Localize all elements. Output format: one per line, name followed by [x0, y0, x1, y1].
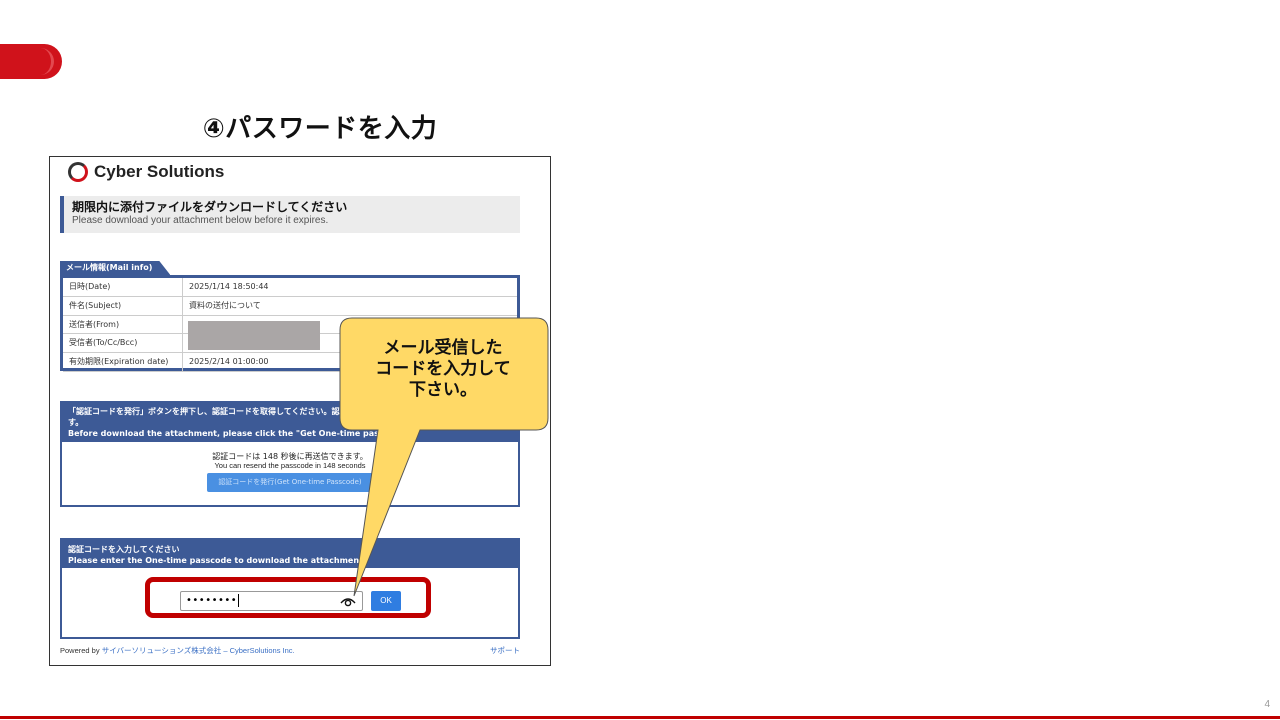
resend-text-jp: 認証コードは 148 秒後に再送信できます。 [212, 452, 368, 461]
support-link[interactable]: サポート [490, 645, 520, 656]
powered-by-label: Powered by [60, 646, 102, 655]
embedded-screenshot: Cyber Solutions 期限内に添付ファイルをダウンロードしてください … [49, 156, 551, 666]
callout-line: 下さい。 [409, 380, 477, 400]
header-line: Please enter the One-time passcode to do… [68, 556, 366, 565]
code-request-panel: 「認証コードを発行」ボタンを押下し、認証コードを取得してください。認 す。 Be… [60, 401, 520, 507]
download-notice: 期限内に添付ファイルをダウンロードしてください Please download … [60, 196, 520, 233]
get-passcode-button[interactable]: 認証コードを発行(Get One-time Passcode) [207, 473, 373, 492]
resend-text-en: You can resend the passcode in 148 secon… [214, 461, 366, 470]
logo-text: Cyber Solutions [94, 162, 225, 181]
row-key: 日時(Date) [63, 278, 183, 296]
callout-line: メール受信した [383, 338, 503, 358]
notice-title-en: Please download your attachment below be… [72, 215, 329, 226]
callout-line: コードを入力して [375, 359, 511, 379]
row-value: 2025/1/14 18:50:44 [189, 282, 269, 291]
decorative-red-tab [0, 44, 62, 79]
row-key: 受信者(To/Cc/Bcc) [63, 334, 183, 353]
slide-title: ④パスワードを入力 [202, 114, 438, 144]
callout-text: メール受信した コードを入力して 下さい。 [345, 338, 541, 401]
row-key: 送信者(From) [63, 315, 183, 334]
logo-ring-icon [68, 162, 88, 182]
table-row: 日時(Date) 2025/1/14 18:50:44 [63, 278, 517, 297]
header-line: 「認証コードを発行」ボタンを押下し、認証コードを取得してください。認 [68, 407, 340, 416]
header-line: Before download the attachment, please c… [68, 429, 384, 438]
row-value: 資料の送付について [189, 300, 261, 310]
header-line: 認証コードを入力してください [68, 545, 180, 554]
table-row: 件名(Subject) 資料の送付について [63, 296, 517, 316]
notice-title-jp: 期限内に添付ファイルをダウンロードしてください [72, 200, 348, 214]
redacted-block [188, 321, 320, 350]
mail-info-tab: メール情報(Mail info) [60, 261, 171, 275]
company-link[interactable]: サイバーソリューションズ株式会社 – CyberSolutions Inc. [102, 646, 295, 655]
row-key: 有効期限(Expiration date) [63, 353, 183, 371]
cyber-solutions-logo: Cyber Solutions [68, 162, 224, 182]
code-request-body: 認証コードは 148 秒後に再送信できます。 You can resend th… [62, 442, 518, 492]
highlight-frame [145, 577, 431, 618]
header-line: す。 [68, 418, 84, 427]
code-entry-header: 認証コードを入力してください Please enter the One-time… [62, 540, 518, 568]
footer: Powered by サイバーソリューションズ株式会社 – CyberSolut… [60, 645, 520, 656]
bottom-divider [0, 716, 1280, 719]
code-request-header: 「認証コードを発行」ボタンを押下し、認証コードを取得してください。認 す。 Be… [62, 403, 518, 442]
row-key: 件名(Subject) [63, 296, 183, 315]
page-number: 4 [1264, 699, 1270, 710]
